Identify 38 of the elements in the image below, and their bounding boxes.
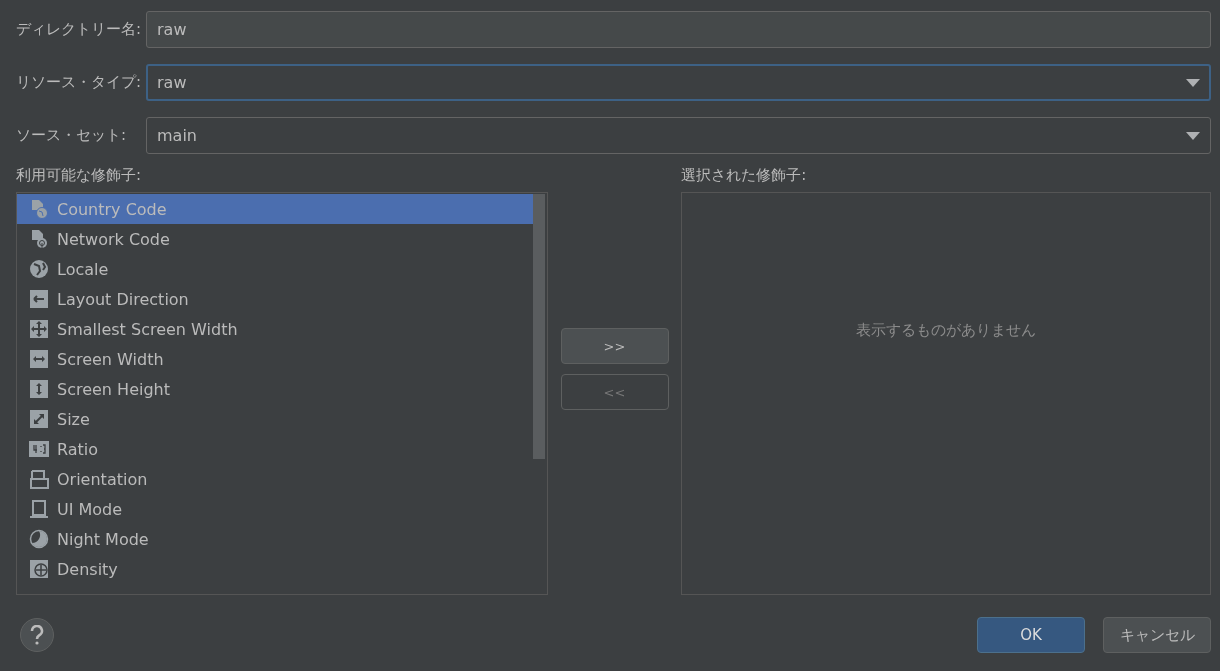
list-item[interactable]: UI Mode <box>17 494 533 524</box>
question-mark-icon <box>30 625 44 645</box>
list-item[interactable]: Network Code <box>17 224 533 254</box>
four-way-arrow-icon <box>29 319 49 339</box>
list-item[interactable]: Size <box>17 404 533 434</box>
ratio-icon <box>29 439 49 459</box>
cancel-button[interactable]: キャンセル <box>1103 617 1211 653</box>
globe-icon <box>29 259 49 279</box>
dropdown[interactable]: main <box>146 117 1211 154</box>
field-label: ディレクトリー名: <box>16 20 143 39</box>
list-item[interactable]: Locale <box>17 254 533 284</box>
field-label: ソース・セット: <box>16 126 128 145</box>
orientation-icon <box>29 469 49 489</box>
input-field[interactable]: raw <box>146 11 1211 48</box>
help-button[interactable] <box>20 618 54 652</box>
density-icon <box>29 559 49 579</box>
caret-icon <box>1186 78 1200 87</box>
document-globe-icon <box>29 199 49 219</box>
list-item[interactable]: Density <box>17 554 533 584</box>
list-item[interactable]: Smallest Screen Width <box>17 314 533 344</box>
list-item[interactable]: Orientation <box>17 464 533 494</box>
list-title: 利用可能な修飾子: <box>16 165 143 186</box>
empty-message: 表示するものがありません <box>856 321 1037 341</box>
list-item[interactable]: Ratio <box>17 434 533 464</box>
moon-icon <box>29 529 49 549</box>
list-item[interactable]: Screen Height <box>17 374 533 404</box>
ok-button[interactable]: OK <box>977 617 1085 653</box>
field-label: リソース・タイプ: <box>16 73 143 92</box>
laptop-icon <box>29 499 49 519</box>
add-button[interactable]: >> <box>560 328 669 364</box>
list-title: 選択された修飾子: <box>681 165 808 186</box>
list-item[interactable]: Layout Direction <box>17 284 533 314</box>
caret-icon <box>1186 131 1200 140</box>
list-item[interactable]: Night Mode <box>17 524 533 554</box>
scrollbar-thumb[interactable] <box>532 194 545 459</box>
dropdown[interactable]: raw <box>146 64 1211 101</box>
list-item[interactable]: Screen Width <box>17 344 533 374</box>
document-antenna-icon <box>29 229 49 249</box>
